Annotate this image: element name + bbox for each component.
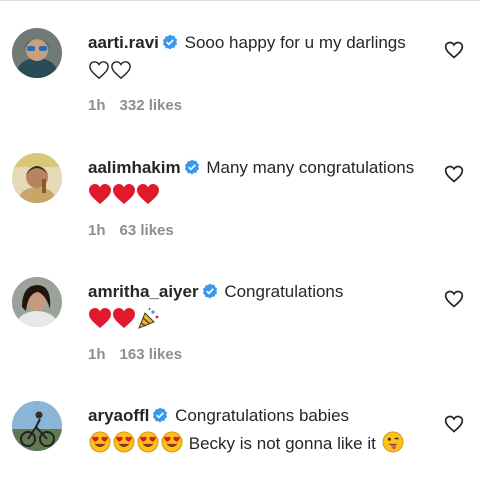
comment-meta: 1h 163 likes	[88, 346, 418, 364]
white-heart-icon	[88, 60, 110, 88]
username[interactable]: aarti.ravi	[88, 33, 159, 52]
white-heart-icon	[110, 60, 132, 88]
username[interactable]: aryaoffl	[88, 406, 149, 425]
heart-eyes-icon	[88, 431, 112, 461]
comment-text: Sooo happy for u my darlings	[184, 33, 406, 52]
comment-likes[interactable]: 163 likes	[120, 346, 183, 363]
heart-eyes-icon	[112, 431, 136, 461]
comment-meta: 1h 63 likes	[88, 222, 418, 240]
avatar[interactable]	[12, 153, 62, 203]
top-divider	[0, 0, 480, 1]
comment-body: aarti.ravi Sooo happy for u my darlings …	[88, 30, 418, 115]
like-heart-icon[interactable]	[444, 414, 464, 434]
winking-tongue-icon	[381, 431, 405, 461]
comment-likes[interactable]: 63 likes	[120, 222, 174, 239]
like-heart-icon[interactable]	[444, 40, 464, 60]
avatar[interactable]	[12, 401, 62, 451]
comment-text: Many many congratulations	[206, 158, 415, 177]
verified-badge-icon	[152, 405, 168, 431]
comment-time[interactable]: 1h	[88, 346, 106, 363]
username[interactable]: aalimhakim	[88, 158, 181, 177]
username[interactable]: amritha_aiyer	[88, 282, 199, 301]
avatar[interactable]	[12, 277, 62, 327]
comment-time[interactable]: 1h	[88, 97, 106, 114]
comment-text: Congratulations babies	[175, 406, 350, 425]
red-heart-icon	[88, 183, 112, 213]
comment-text-continued: Becky is not gonna like it	[188, 434, 376, 453]
verified-badge-icon	[162, 32, 178, 58]
heart-eyes-icon	[160, 431, 184, 461]
verified-badge-icon	[184, 157, 200, 183]
like-heart-icon[interactable]	[444, 164, 464, 184]
comment-time[interactable]: 1h	[88, 222, 106, 239]
comment-body: aalimhakim Many many congratulations 1h 6…	[88, 155, 418, 240]
red-heart-icon	[136, 183, 160, 213]
red-heart-icon	[112, 307, 136, 337]
comment-text: Congratulations	[224, 282, 344, 301]
verified-badge-icon	[202, 281, 218, 307]
red-heart-icon	[112, 183, 136, 213]
avatar[interactable]	[12, 28, 62, 78]
comment-body: amritha_aiyer Congratulations 1h 163 like…	[88, 279, 418, 364]
like-heart-icon[interactable]	[444, 289, 464, 309]
comment-likes[interactable]: 332 likes	[120, 97, 183, 114]
comment-meta: 1h 332 likes	[88, 97, 418, 115]
heart-eyes-icon	[136, 431, 160, 461]
red-heart-icon	[88, 307, 112, 337]
comment-body: aryaoffl Congratulations babies Becky is…	[88, 403, 418, 461]
party-popper-icon	[136, 307, 160, 337]
